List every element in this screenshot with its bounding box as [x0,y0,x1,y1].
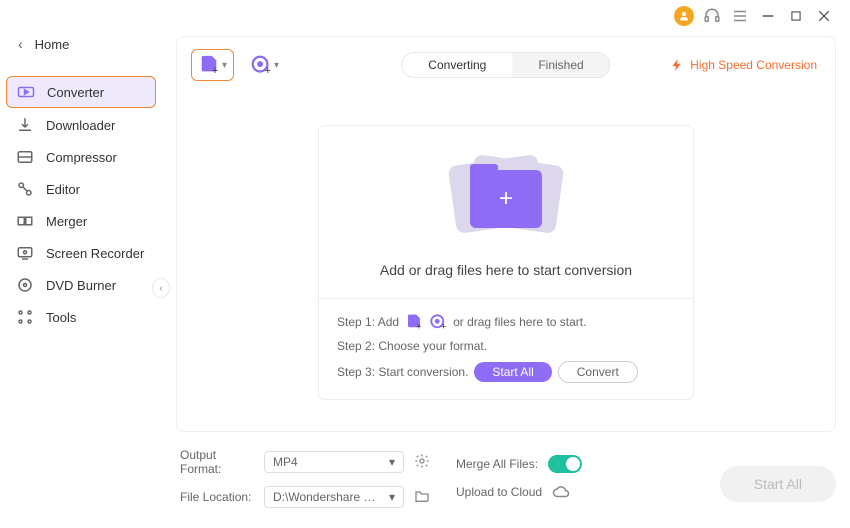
output-format-select[interactable]: MP4 ▾ [264,451,404,473]
add-dvd-button[interactable]: + ▾ [244,50,285,80]
chevron-down-icon: ▾ [274,60,279,71]
dvd-burner-icon [16,276,34,294]
add-file-button[interactable]: + ▾ [191,49,234,81]
sidebar-item-downloader[interactable]: Downloader [6,110,156,140]
file-location-row: File Location: D:\Wondershare UniConvert… [180,486,432,508]
sidebar-item-dvd-burner[interactable]: DVD Burner [6,270,156,300]
merge-row: Merge All Files: [456,455,582,473]
converter-icon [17,83,35,101]
close-button[interactable] [814,6,834,26]
step-1: Step 1: Add + + or drag files here to st… [337,313,675,331]
add-file-icon: + [198,54,220,76]
drop-title: Add or drag files here to start conversi… [339,262,673,278]
chevron-down-icon: ▾ [389,455,395,469]
start-all-button[interactable]: Start All [720,466,836,502]
title-bar [658,0,850,32]
drop-zone[interactable]: + Add or drag files here to start conver… [177,93,835,431]
compressor-icon [16,148,34,166]
merge-label: Merge All Files: [456,457,538,471]
sidebar-item-compressor[interactable]: Compressor [6,142,156,172]
sidebar-item-screen-recorder[interactable]: Screen Recorder [6,238,156,268]
tab-finished[interactable]: Finished [512,53,609,77]
add-dvd-icon: + [429,313,447,331]
convert-hint-button[interactable]: Convert [558,361,638,383]
drop-steps: Step 1: Add + + or drag files here to st… [319,298,693,399]
headset-icon[interactable] [702,6,722,26]
tools-icon [16,308,34,326]
high-speed-conversion-button[interactable]: High Speed Conversion [670,58,817,72]
sidebar-item-label: Converter [47,85,104,100]
start-all-hint-button[interactable]: Start All [474,362,551,382]
maximize-button[interactable] [786,6,806,26]
status-tabs: Converting Finished [401,52,610,78]
svg-text:+: + [441,321,446,331]
add-file-icon: + [405,313,423,331]
main-area: + ▾ + ▾ Converting Finished High Speed C… [162,0,850,528]
step-2: Step 2: Choose your format. [337,339,675,353]
sidebar-collapse-handle[interactable]: ‹ [152,278,170,298]
nav-list: Converter Downloader Compressor Editor [0,76,162,332]
folder-icon[interactable] [414,488,432,506]
file-location-select[interactable]: D:\Wondershare UniConverter 1 ▾ [264,486,404,508]
screen-recorder-icon [16,244,34,262]
bottom-bar: Output Format: MP4 ▾ File Location: D:\W… [176,432,836,516]
sidebar-item-label: Screen Recorder [46,246,144,261]
sidebar-item-converter[interactable]: Converter [6,76,156,108]
plus-icon: + [499,185,513,213]
chevron-down-icon: ▾ [222,60,227,71]
svg-text:+: + [416,321,421,331]
output-format-row: Output Format: MP4 ▾ [180,448,432,476]
folder-illustration: + [446,154,566,244]
sidebar-item-tools[interactable]: Tools [6,302,156,332]
add-dvd-icon: + [250,54,272,76]
sidebar-item-label: Compressor [46,150,117,165]
svg-text:+: + [265,65,271,76]
sidebar-item-merger[interactable]: Merger [6,206,156,236]
sidebar-item-label: Editor [46,182,80,197]
minimize-button[interactable] [758,6,778,26]
sidebar-item-label: Downloader [46,118,115,133]
file-location-label: File Location: [180,490,254,504]
tab-converting[interactable]: Converting [402,53,512,77]
drop-card: + Add or drag files here to start conver… [318,125,694,400]
chevron-left-icon: ‹ [18,36,23,52]
editor-icon [16,180,34,198]
sidebar: ‹ Home Converter Downloader Compressor [0,0,162,528]
avatar-icon[interactable] [674,6,694,26]
cloud-icon[interactable] [552,483,570,501]
settings-icon[interactable] [414,453,432,471]
hsc-label: High Speed Conversion [690,58,817,72]
drop-top: + Add or drag files here to start conver… [319,126,693,298]
upload-row: Upload to Cloud [456,483,582,501]
upload-label: Upload to Cloud [456,485,542,499]
converter-panel: + ▾ + ▾ Converting Finished High Speed C… [176,36,836,432]
merge-toggle[interactable] [548,455,582,473]
output-format-label: Output Format: [180,448,254,476]
sidebar-item-label: Merger [46,214,87,229]
sidebar-item-label: DVD Burner [46,278,116,293]
svg-text:+: + [212,65,218,76]
step-3: Step 3: Start conversion. Start All Conv… [337,361,675,383]
merger-icon [16,212,34,230]
lightning-icon [670,58,684,72]
chevron-down-icon: ▾ [389,490,395,504]
menu-icon[interactable] [730,6,750,26]
toolbar: + ▾ + ▾ Converting Finished High Speed C… [177,37,835,93]
sidebar-item-label: Tools [46,310,76,325]
home-label: Home [35,37,70,52]
home-button[interactable]: ‹ Home [0,28,162,60]
downloader-icon [16,116,34,134]
sidebar-item-editor[interactable]: Editor [6,174,156,204]
